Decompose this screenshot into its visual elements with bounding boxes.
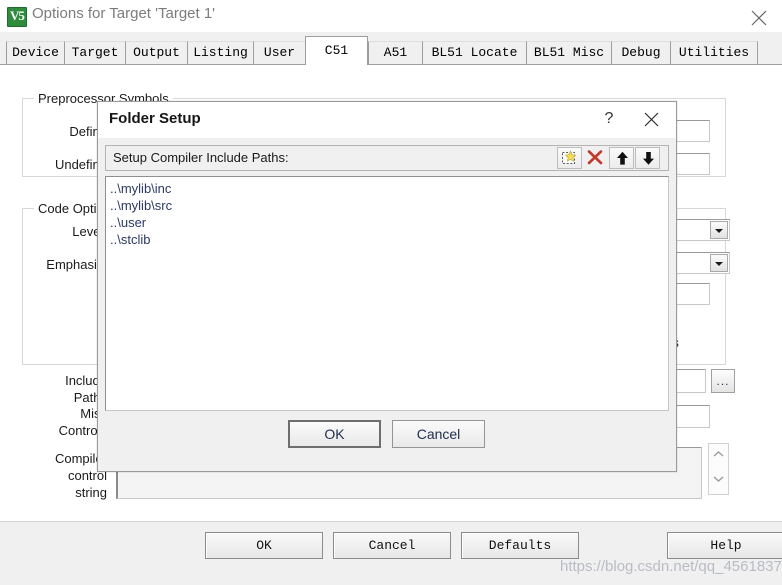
list-item[interactable]: ..\user [110,214,668,231]
tab-bl51-locate[interactable]: BL51 Locate [422,41,526,65]
misc-controls-label-line2: Controls [58,423,107,438]
move-down-icon[interactable] [635,147,660,169]
folder-setup-body: Setup Compiler Include Paths: ..\mylib\i… [98,138,676,471]
delete-path-icon[interactable] [583,147,608,169]
include-paths-listbox[interactable]: ..\mylib\inc ..\mylib\src ..\user ..\stc… [105,176,669,411]
list-item[interactable]: ..\stclib [110,231,668,248]
options-tabstrip: Device Target Output Listing User C51 A5… [0,32,782,65]
tab-debug[interactable]: Debug [611,41,670,65]
tab-c51[interactable]: C51 [305,36,368,65]
undefine-label: Undefine [54,157,107,172]
window-title: Options for Target 'Target 1' [32,5,216,22]
folder-setup-dialog: Folder Setup ? Setup Compiler Include Pa… [97,101,677,472]
include-paths-toolbar-caption: Setup Compiler Include Paths: [113,150,289,165]
window-close-icon[interactable] [736,0,782,31]
tab-device[interactable]: Device [6,41,64,65]
compiler-string-label-line3: string [75,485,107,500]
scroll-down-icon[interactable] [709,469,728,494]
folder-setup-titlebar: Folder Setup ? [98,102,676,138]
tab-listing[interactable]: Listing [187,41,253,65]
folder-setup-title: Folder Setup [109,110,201,127]
list-item[interactable]: ..\mylib\inc [110,180,668,197]
defaults-button[interactable]: Defaults [461,532,579,559]
chevron-down-icon[interactable] [710,254,728,272]
tab-target[interactable]: Target [64,41,125,65]
include-paths-browse-button[interactable]: ... [711,369,735,393]
folder-setup-ok-button[interactable]: OK [288,420,381,448]
help-button[interactable]: Help [667,532,782,559]
new-path-icon[interactable] [557,147,582,169]
app-window: V5 Options for Target 'Target 1' Device … [0,0,782,585]
list-item[interactable]: ..\mylib\src [110,197,668,214]
compiler-string-label-line2: control [67,468,107,483]
code-optimization-title: Code Opti [34,201,101,216]
move-up-icon[interactable] [609,147,634,169]
window-titlebar: V5 Options for Target 'Target 1' [0,0,782,33]
compiler-string-scrollbar[interactable] [708,443,729,495]
tab-output[interactable]: Output [125,41,187,65]
scroll-up-icon[interactable] [709,444,728,469]
cancel-button[interactable]: Cancel [333,532,451,559]
tab-bl51-misc[interactable]: BL51 Misc [526,41,611,65]
chevron-down-icon[interactable] [710,221,728,239]
folder-setup-close-icon[interactable] [632,105,670,133]
help-question-icon[interactable]: ? [594,105,624,133]
emphasis-label: Emphasis: [46,257,107,272]
uvision-logo-text: V5 [10,8,25,23]
include-paths-toolbar: Setup Compiler Include Paths: [105,145,669,171]
compiler-string-label-line1: Compiler [54,451,107,466]
tab-a51[interactable]: A51 [368,41,422,65]
ok-button[interactable]: OK [205,532,323,559]
dialog-button-bar: OK Cancel Defaults Help [0,521,782,585]
tab-user[interactable]: User [253,41,305,65]
folder-setup-cancel-button[interactable]: Cancel [392,420,485,448]
tab-utilities[interactable]: Utilities [670,41,758,65]
uvision-logo-icon: V5 [7,7,27,27]
